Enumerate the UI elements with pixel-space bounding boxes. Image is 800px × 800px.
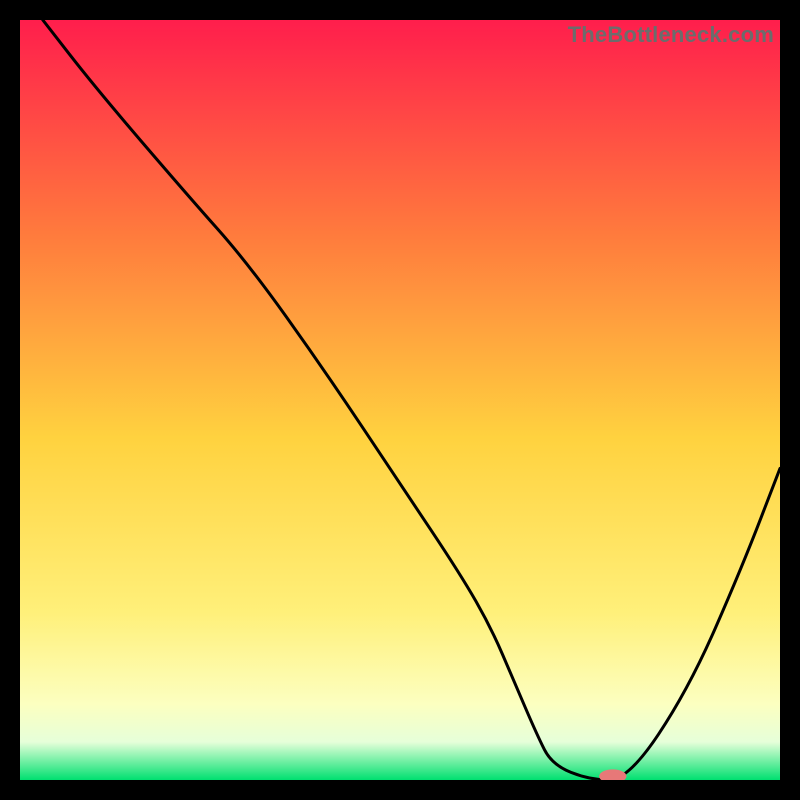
chart-svg [20, 20, 780, 780]
plot-area: TheBottleneck.com [20, 20, 780, 780]
watermark-text: TheBottleneck.com [568, 22, 774, 48]
